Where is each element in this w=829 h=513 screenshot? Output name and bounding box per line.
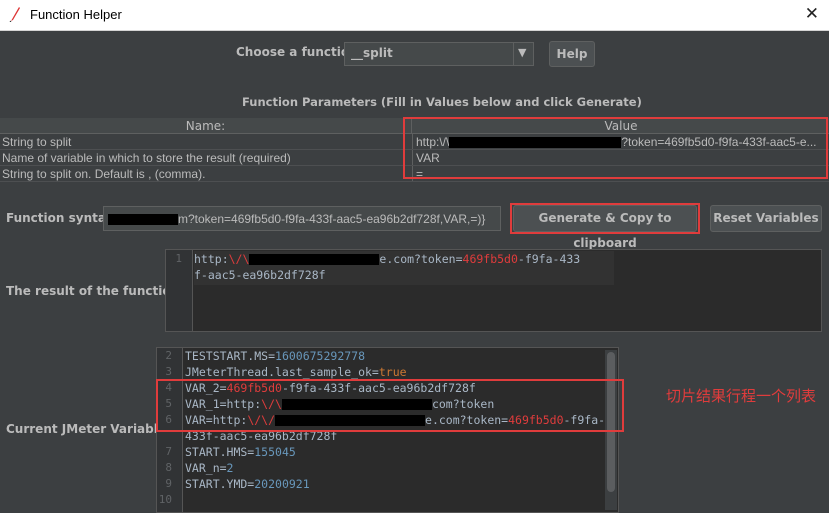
- params-title: Function Parameters (Fill in Values belo…: [242, 95, 642, 109]
- reset-variables-button[interactable]: Reset Variables: [710, 205, 822, 232]
- param-name: String to split on. Default is , (comma)…: [2, 167, 206, 181]
- dropdown-arrow-button[interactable]: ▼: [513, 43, 533, 65]
- window-title: Function Helper: [30, 7, 122, 22]
- variable-line: VAR_n=2: [185, 461, 234, 475]
- variable-line: TESTSTART.MS=1600675292778: [185, 349, 366, 363]
- help-button[interactable]: Help: [549, 41, 595, 67]
- chevron-down-icon: ▼: [518, 46, 527, 59]
- function-select-value: __split: [351, 46, 393, 60]
- function-syntax-label: Function syntax:: [6, 211, 119, 225]
- variable-line: START.YMD=20200921: [185, 477, 310, 491]
- result-text-area[interactable]: 1 http:\/\ e.com?token=469fb5d0-f9fa-433 …: [165, 249, 822, 332]
- title-bar: Function Helper ✕: [0, 0, 829, 31]
- close-icon[interactable]: ✕: [805, 4, 819, 24]
- line-gutter: 1: [166, 250, 193, 331]
- redaction: [108, 214, 178, 226]
- choose-function-label: Choose a function: [236, 45, 358, 59]
- variable-line: JMeterThread.last_sample_ok=true: [185, 365, 407, 379]
- jmeter-variables-label: Current JMeter Variables: [6, 422, 174, 436]
- param-name: String to split: [2, 135, 72, 149]
- highlight-box-variables: [156, 379, 624, 432]
- variable-line: START.HMS=155045: [185, 445, 296, 459]
- result-line-1: http:\/\ e.com?token=469fb5d0-f9fa-433: [194, 252, 581, 266]
- function-select[interactable]: __split ▼: [344, 42, 534, 66]
- result-line-2: f-aac5-ea96b2df728f: [194, 268, 326, 282]
- function-syntax-field[interactable]: m?token=469fb5d0-f9fa-433f-aac5-ea96b2df…: [103, 206, 501, 231]
- annotation-note: 切片结果行程一个列表: [666, 387, 817, 405]
- highlight-box-values: [403, 117, 828, 179]
- feather-app-icon: [9, 7, 20, 22]
- column-header-name: Name:: [0, 118, 412, 134]
- param-name: Name of variable in which to store the r…: [2, 151, 291, 165]
- highlight-box-generate: [510, 203, 700, 234]
